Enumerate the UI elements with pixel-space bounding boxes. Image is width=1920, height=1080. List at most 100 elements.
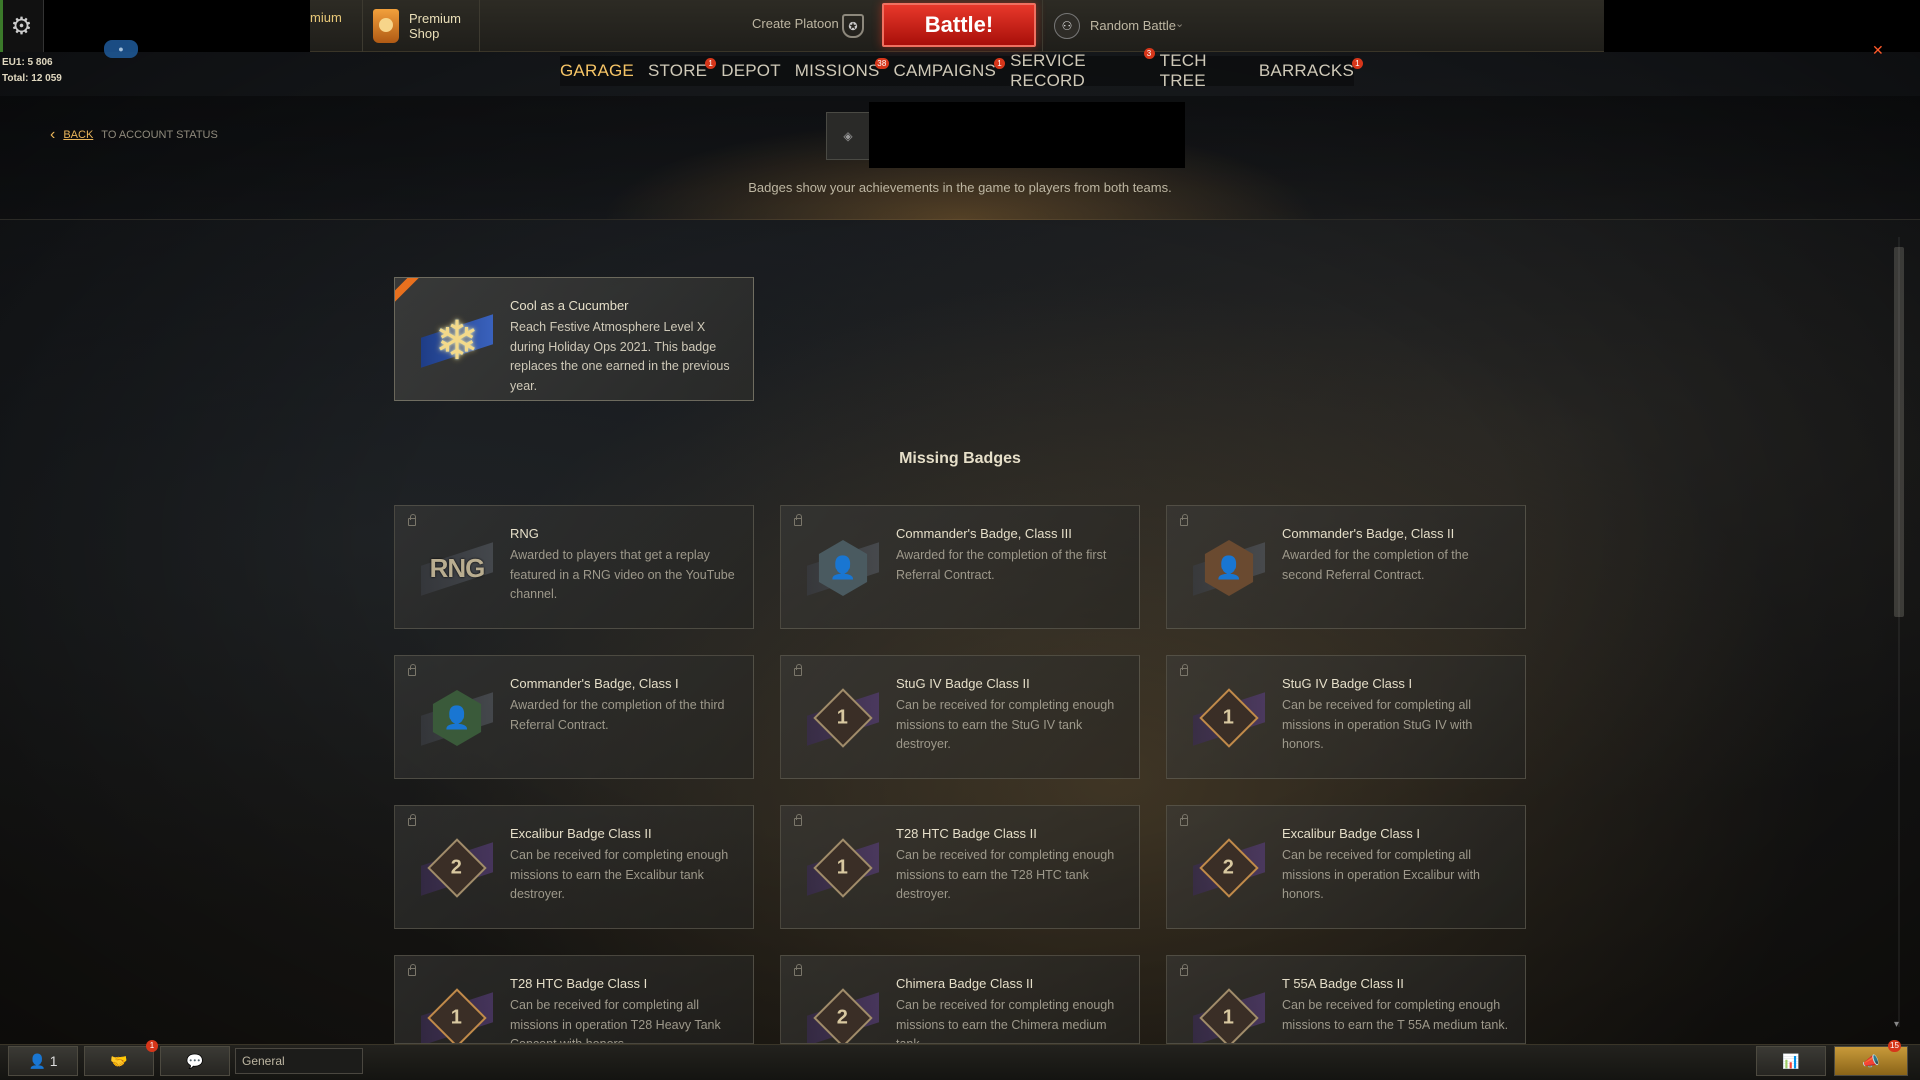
missing-badges-title: Missing Badges xyxy=(899,450,1021,467)
premium-account-label[interactable]: mium xyxy=(310,10,342,25)
nav-store[interactable]: STORE 1 xyxy=(647,58,717,81)
chevron-down-icon[interactable]: ⌄ xyxy=(1175,17,1184,30)
badge-title: Commander's Badge, Class I xyxy=(510,676,679,691)
notification-badge: 1 xyxy=(705,58,717,69)
badge-card[interactable]: 👤 Commander's Badge, Class II Awarded fo… xyxy=(1166,505,1526,629)
total-online-line: Total: 12 059 xyxy=(2,73,62,84)
lock-icon xyxy=(408,514,416,526)
commander-badge-icon: 👤 xyxy=(803,528,883,608)
scroll-down-icon[interactable]: ▾ xyxy=(1894,1019,1899,1030)
nav-garage-label: GARAGE xyxy=(560,61,634,80)
lock-icon xyxy=(794,814,802,826)
battle-mode-icon[interactable]: ⚇ xyxy=(1054,13,1080,39)
badge-card[interactable]: 1 T28 HTC Badge Class I Can be received … xyxy=(394,955,754,1044)
notification-badge: 15 xyxy=(1888,1040,1901,1052)
stats-icon: 📊 xyxy=(1782,1052,1800,1069)
badge-card[interactable]: 1 T 55A Badge Class II Can be received f… xyxy=(1166,955,1526,1044)
commander-badge-icon: 👤 xyxy=(1189,528,1269,608)
badge-class-number: 1 xyxy=(837,706,849,729)
badge-card[interactable]: 1 StuG IV Badge Class I Can be received … xyxy=(1166,655,1526,779)
premium-shop-label-line1: Premium xyxy=(409,11,462,26)
battle-button[interactable]: Battle! xyxy=(882,3,1036,47)
chat-channel-field[interactable] xyxy=(235,1048,363,1074)
contacts-count: 1 xyxy=(49,1053,58,1069)
scroll-thumb[interactable] xyxy=(1894,247,1904,617)
currency-icon: ● xyxy=(104,40,138,58)
lock-icon xyxy=(794,514,802,526)
badge-title: RNG xyxy=(510,526,539,541)
badge-card[interactable]: 2 Chimera Badge Class II Can be received… xyxy=(780,955,1140,1044)
badge-description: Can be received for completing enough mi… xyxy=(1282,998,1509,1032)
selected-badge-icon[interactable]: ◈ xyxy=(826,112,870,160)
lock-icon xyxy=(408,814,416,826)
badge-title: StuG IV Badge Class I xyxy=(1282,676,1413,691)
nav-tech-tree-label: TECH TREE xyxy=(1159,51,1207,90)
badge-card[interactable]: 👤 Commander's Badge, Class I Awarded for… xyxy=(394,655,754,779)
nav-store-label: STORE xyxy=(647,61,708,80)
lock-icon xyxy=(408,664,416,676)
badge-title: Cool as a Cucumber xyxy=(510,298,629,313)
badge-card-earned[interactable]: ❄ Cool as a Cucumber Reach Festive Atmos… xyxy=(394,277,754,401)
lock-icon xyxy=(1180,514,1188,526)
lock-icon xyxy=(794,664,802,676)
operation-badge-icon: 2 xyxy=(1189,828,1269,908)
badge-title: T 55A Badge Class II xyxy=(1282,976,1404,991)
badge-class-number: 2 xyxy=(1223,856,1235,879)
scrollbar[interactable]: ▾ xyxy=(1894,237,1904,1030)
chat-button[interactable]: 💬 xyxy=(160,1046,230,1076)
badge-title: Excalibur Badge Class II xyxy=(510,826,652,841)
divider xyxy=(1042,0,1043,52)
nav-garage[interactable]: GARAGE xyxy=(560,61,634,81)
platoon-shield-icon[interactable]: ✪ xyxy=(842,14,864,38)
close-icon[interactable]: ✕ xyxy=(1872,42,1884,59)
nav-barracks[interactable]: BARRACKS 1 xyxy=(1258,58,1363,81)
badge-description: Can be received for completing all missi… xyxy=(510,998,721,1044)
badge-card[interactable]: 1 StuG IV Badge Class II Can be received… xyxy=(780,655,1140,779)
notification-badge: 1 xyxy=(994,58,1006,69)
nav-depot-label: DEPOT xyxy=(721,61,781,80)
badge-card[interactable]: 👤 Commander's Badge, Class III Awarded f… xyxy=(780,505,1140,629)
badge-class-number: 1 xyxy=(1223,1006,1235,1029)
notification-badge: 38 xyxy=(875,58,889,69)
premium-shop-label: Premium Shop xyxy=(409,11,461,41)
megaphone-icon: 📣 xyxy=(1862,1052,1880,1069)
shop-bag-icon xyxy=(373,9,399,43)
settings-gear-icon[interactable]: ⚙ xyxy=(0,0,44,52)
back-button[interactable]: ‹ BACK TO ACCOUNT STATUS xyxy=(50,126,218,144)
create-platoon-button[interactable]: Create Platoon xyxy=(752,16,839,31)
chat-icon: 💬 xyxy=(186,1052,204,1069)
session-stats-button[interactable]: 📊 xyxy=(1756,1046,1826,1076)
premium-shop-button[interactable]: Premium Shop xyxy=(362,0,480,52)
badge-description: Reach Festive Atmosphere Level X during … xyxy=(510,320,730,393)
contacts-button[interactable]: 👤 1 xyxy=(8,1046,78,1076)
badge-title: T28 HTC Badge Class II xyxy=(896,826,1037,841)
nav-missions[interactable]: MISSIONS 38 xyxy=(794,58,889,81)
back-label: BACK xyxy=(63,129,94,141)
badge-class-number: 2 xyxy=(837,1006,849,1029)
nav-campaigns-label: CAMPAIGNS xyxy=(893,61,997,80)
chevron-left-icon: ‹ xyxy=(50,126,56,143)
operation-badge-icon: 1 xyxy=(417,978,497,1043)
badge-description: Awarded for the completion of the third … xyxy=(510,698,725,732)
handshake-button[interactable]: 🤝 xyxy=(84,1046,154,1076)
badge-card[interactable]: RNG RNG Awarded to players that get a re… xyxy=(394,505,754,629)
badge-description: Can be received for completing enough mi… xyxy=(510,848,729,901)
badge-description: Can be received for completing enough mi… xyxy=(896,998,1115,1044)
nav-barracks-label: BARRACKS xyxy=(1258,61,1354,80)
nav-service-record[interactable]: SERVICE RECORD 3 xyxy=(1010,48,1155,91)
nav-service-record-label: SERVICE RECORD xyxy=(1010,51,1086,90)
badge-card[interactable]: 2 Excalibur Badge Class I Can be receive… xyxy=(1166,805,1526,929)
nav-campaigns[interactable]: CAMPAIGNS 1 xyxy=(893,58,1006,81)
badge-card[interactable]: 2 Excalibur Badge Class II Can be receiv… xyxy=(394,805,754,929)
lock-icon xyxy=(794,964,802,976)
notification-badge: 3 xyxy=(1143,48,1155,59)
lock-icon xyxy=(1180,664,1188,676)
redacted-player-name xyxy=(869,102,1185,168)
nav-missions-label: MISSIONS xyxy=(794,61,880,80)
badge-title: Excalibur Badge Class I xyxy=(1282,826,1421,841)
badge-card[interactable]: 1 T28 HTC Badge Class II Can be received… xyxy=(780,805,1140,929)
nav-tech-tree[interactable]: TECH TREE xyxy=(1160,51,1245,91)
back-sublabel: TO ACCOUNT STATUS xyxy=(101,129,218,141)
nav-depot[interactable]: DEPOT xyxy=(721,61,781,81)
battle-mode-selector[interactable]: Random Battle xyxy=(1090,18,1176,33)
